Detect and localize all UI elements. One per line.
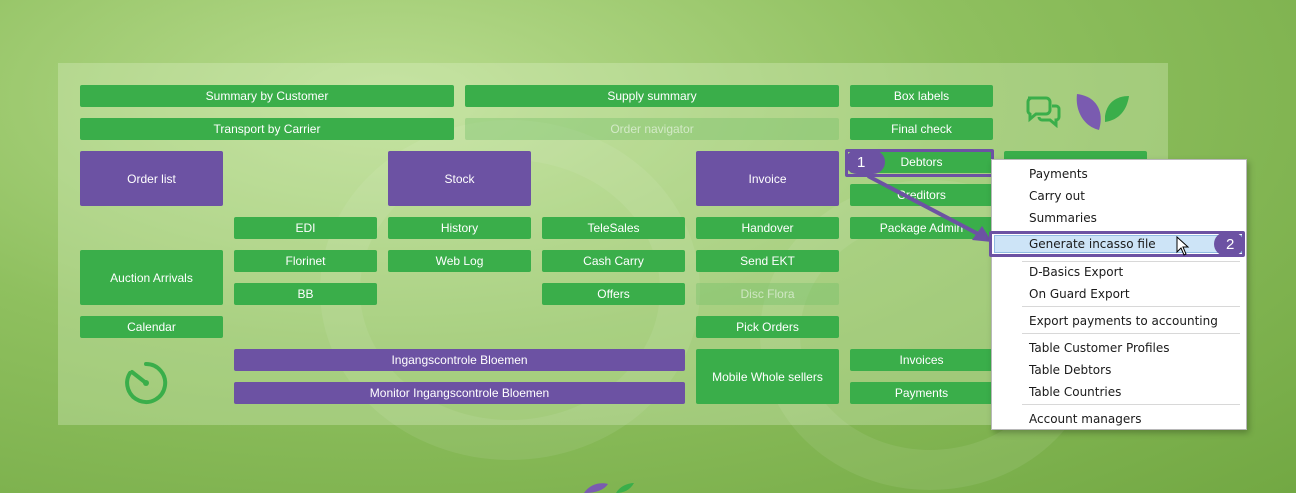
- offers-button[interactable]: Offers: [542, 283, 685, 305]
- bb-button[interactable]: BB: [234, 283, 377, 305]
- calendar-button[interactable]: Calendar: [80, 316, 223, 338]
- telesales-button[interactable]: TeleSales: [542, 217, 685, 239]
- order-navigator-button[interactable]: Order navigator: [465, 118, 839, 140]
- mobile-whole-sellers-button[interactable]: Mobile Whole sellers: [696, 349, 839, 404]
- menu-item-summaries[interactable]: Summaries: [1029, 211, 1097, 225]
- order-list-button[interactable]: Order list: [80, 151, 223, 206]
- history-button[interactable]: History: [388, 217, 531, 239]
- chat-icon[interactable]: [1024, 94, 1062, 128]
- menu-separator: [1022, 306, 1240, 307]
- auction-arrivals-button[interactable]: Auction Arrivals: [80, 250, 223, 305]
- summary-by-customer-button[interactable]: Summary by Customer: [80, 85, 454, 107]
- leaf-logo-icon: [584, 483, 634, 493]
- arrow-icon: [867, 174, 992, 242]
- menu-item-carry-out[interactable]: Carry out: [1029, 189, 1085, 203]
- box-labels-button[interactable]: Box labels: [850, 85, 993, 107]
- monitor-ingangscontrole-bloemen-button[interactable]: Monitor Ingangscontrole Bloemen: [234, 382, 685, 404]
- menu-separator: [1022, 261, 1240, 262]
- menu-item-payments[interactable]: Payments: [1029, 167, 1088, 181]
- menu-separator: [1022, 333, 1240, 334]
- cash-carry-button[interactable]: Cash Carry: [542, 250, 685, 272]
- ingangscontrole-bloemen-button[interactable]: Ingangscontrole Bloemen: [234, 349, 685, 371]
- menu-item-table-debtors[interactable]: Table Debtors: [1029, 363, 1111, 377]
- invoices-button[interactable]: Invoices: [850, 349, 993, 371]
- disc-flora-button[interactable]: Disc Flora: [696, 283, 839, 305]
- payments-button[interactable]: Payments: [850, 382, 993, 404]
- cursor-icon: [1176, 236, 1190, 256]
- menu-item-account-managers[interactable]: Account managers: [1029, 412, 1141, 426]
- web-log-button[interactable]: Web Log: [388, 250, 531, 272]
- pick-orders-button[interactable]: Pick Orders: [696, 316, 839, 338]
- handover-button[interactable]: Handover: [696, 217, 839, 239]
- step2-highlight-frame: [989, 231, 1245, 257]
- menu-item-export-payments[interactable]: Export payments to accounting: [1029, 314, 1218, 328]
- menu-item-table-countries[interactable]: Table Countries: [1029, 385, 1121, 399]
- edi-button[interactable]: EDI: [234, 217, 377, 239]
- florinet-button[interactable]: Florinet: [234, 250, 377, 272]
- timer-icon[interactable]: [122, 360, 170, 406]
- invoice-button[interactable]: Invoice: [696, 151, 839, 206]
- stock-button[interactable]: Stock: [388, 151, 531, 206]
- supply-summary-button[interactable]: Supply summary: [465, 85, 839, 107]
- menu-item-d-basics-export[interactable]: D-Basics Export: [1029, 265, 1123, 279]
- transport-by-carrier-button[interactable]: Transport by Carrier: [80, 118, 454, 140]
- menu-item-table-customer-profiles[interactable]: Table Customer Profiles: [1029, 341, 1170, 355]
- menu-item-on-guard-export[interactable]: On Guard Export: [1029, 287, 1130, 301]
- debtors-context-menu: Payments Carry out Summaries D-Basics Ex…: [991, 159, 1247, 430]
- menu-separator: [1022, 404, 1240, 405]
- step2-badge: 2: [1214, 232, 1244, 256]
- send-ekt-button[interactable]: Send EKT: [696, 250, 839, 272]
- final-check-button[interactable]: Final check: [850, 118, 993, 140]
- leaf-logo-icon: [1076, 94, 1129, 130]
